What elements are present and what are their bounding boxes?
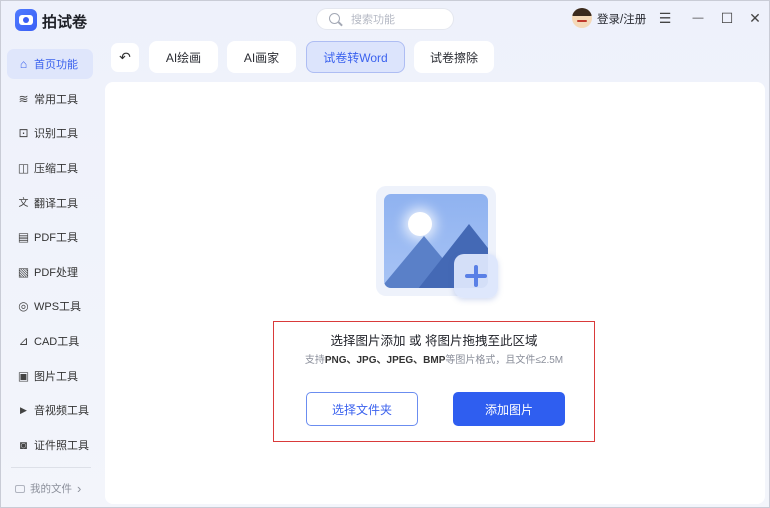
sidebar-item-label: WPS工具 — [34, 301, 82, 313]
drop-zone[interactable]: 选择图片添加 或 将图片拖拽至此区域 支持PNG、JPG、JPEG、BMP等图片… — [273, 321, 595, 442]
sidebar-item-label: 识别工具 — [34, 128, 78, 140]
image-upload-illustration[interactable] — [376, 186, 500, 310]
tab-paper-to-word[interactable]: 试卷转Word — [306, 41, 405, 73]
sidebar-item-compress-tools[interactable]: ◫ 压缩工具 — [7, 153, 93, 183]
login-register-link[interactable]: 登录/注册 — [597, 11, 646, 27]
sidebar-item-id-photo-tools[interactable]: ◙ 证件照工具 — [7, 430, 93, 460]
title-bar: 拍试卷 登录/注册 ☰ — ☐ ✕ — [1, 1, 769, 37]
sidebar-item-home[interactable]: ⌂ 首页功能 — [7, 49, 93, 79]
pdf-icon: ▤ — [17, 229, 30, 244]
sidebar-item-label: CAD工具 — [34, 336, 80, 348]
my-files-link[interactable]: 我的文件 › — [15, 481, 81, 496]
add-image-badge — [454, 254, 498, 298]
sidebar-item-translate-tools[interactable]: 文 翻译工具 — [7, 188, 93, 218]
image-icon: ▣ — [17, 368, 30, 383]
search-icon — [329, 13, 340, 24]
search-box[interactable] — [316, 8, 454, 30]
sidebar-item-common-tools[interactable]: ≋ 常用工具 — [7, 84, 93, 114]
home-icon: ⌂ — [19, 56, 28, 71]
close-icon[interactable]: ✕ — [744, 7, 766, 29]
app-window: 拍试卷 登录/注册 ☰ — ☐ ✕ ⌂ 首页功能 ≋ 常用工具 ⊡ 识别工具 ◫… — [0, 0, 770, 508]
video-icon: ▶ — [20, 404, 27, 415]
sidebar-item-label: 压缩工具 — [34, 163, 78, 175]
sidebar-item-audio-video-tools[interactable]: ▶ 音视频工具 — [7, 395, 93, 425]
sidebar-item-label: 图片工具 — [34, 371, 78, 383]
my-files-label: 我的文件 — [30, 483, 72, 495]
sidebar-divider — [11, 467, 91, 468]
compress-icon: ◫ — [17, 160, 30, 175]
menu-icon[interactable]: ☰ — [654, 7, 676, 29]
supported-formats-hint: 支持PNG、JPG、JPEG、BMP等图片格式，且文件≤2.5M — [304, 355, 564, 366]
upload-panel: 选择图片添加 或 将图片拖拽至此区域 支持PNG、JPG、JPEG、BMP等图片… — [105, 82, 765, 504]
sidebar-item-pdf-tools[interactable]: ▤ PDF工具 — [7, 222, 93, 252]
tab-ai-painting[interactable]: AI绘画 — [149, 41, 218, 73]
sidebar-item-label: PDF处理 — [34, 267, 78, 279]
cad-icon: ⊿ — [18, 333, 29, 348]
folder-icon — [15, 484, 25, 493]
app-logo-icon — [15, 9, 37, 31]
sidebar-item-label: 常用工具 — [34, 94, 78, 106]
sidebar-item-label: 证件照工具 — [34, 440, 89, 452]
sidebar-item-label: PDF工具 — [34, 232, 78, 244]
sidebar-item-label: 翻译工具 — [34, 198, 78, 210]
search-input[interactable] — [351, 12, 447, 27]
sidebar-item-label: 音视频工具 — [34, 405, 89, 417]
pdf-process-icon: ▧ — [17, 264, 30, 279]
sidebar-item-cad-tools[interactable]: ⊿ CAD工具 — [7, 326, 93, 356]
sidebar: ⌂ 首页功能 ≋ 常用工具 ⊡ 识别工具 ◫ 压缩工具 文 翻译工具 ▤ PDF… — [1, 41, 101, 507]
wps-icon: ◎ — [18, 298, 29, 313]
add-image-button[interactable]: 添加图片 — [453, 392, 565, 426]
sidebar-item-wps-tools[interactable]: ◎ WPS工具 — [7, 291, 93, 321]
tab-paper-erase[interactable]: 试卷擦除 — [414, 41, 494, 73]
id-photo-icon: ◙ — [19, 437, 28, 452]
select-folder-button[interactable]: 选择文件夹 — [306, 392, 418, 426]
maximize-icon[interactable]: ☐ — [716, 7, 738, 29]
app-title: 拍试卷 — [42, 14, 88, 31]
sidebar-item-label: 首页功能 — [34, 59, 78, 71]
plus-icon — [465, 265, 487, 287]
back-button[interactable]: ↶ — [111, 43, 139, 72]
minimize-icon[interactable]: — — [687, 7, 709, 29]
translate-icon: 文 — [18, 197, 29, 209]
scan-icon: ⊡ — [18, 125, 29, 140]
tab-ai-painter[interactable]: AI画家 — [227, 41, 296, 73]
drop-zone-title: 选择图片添加 或 将图片拖拽至此区域 — [330, 334, 538, 348]
layers-icon: ≋ — [18, 91, 29, 106]
sidebar-item-pdf-process[interactable]: ▧ PDF处理 — [7, 257, 93, 287]
avatar[interactable] — [572, 8, 592, 28]
sidebar-item-image-tools[interactable]: ▣ 图片工具 — [7, 361, 93, 391]
chevron-right-icon: › — [77, 481, 82, 496]
undo-icon: ↶ — [119, 49, 131, 65]
sidebar-item-recognition-tools[interactable]: ⊡ 识别工具 — [7, 118, 93, 148]
